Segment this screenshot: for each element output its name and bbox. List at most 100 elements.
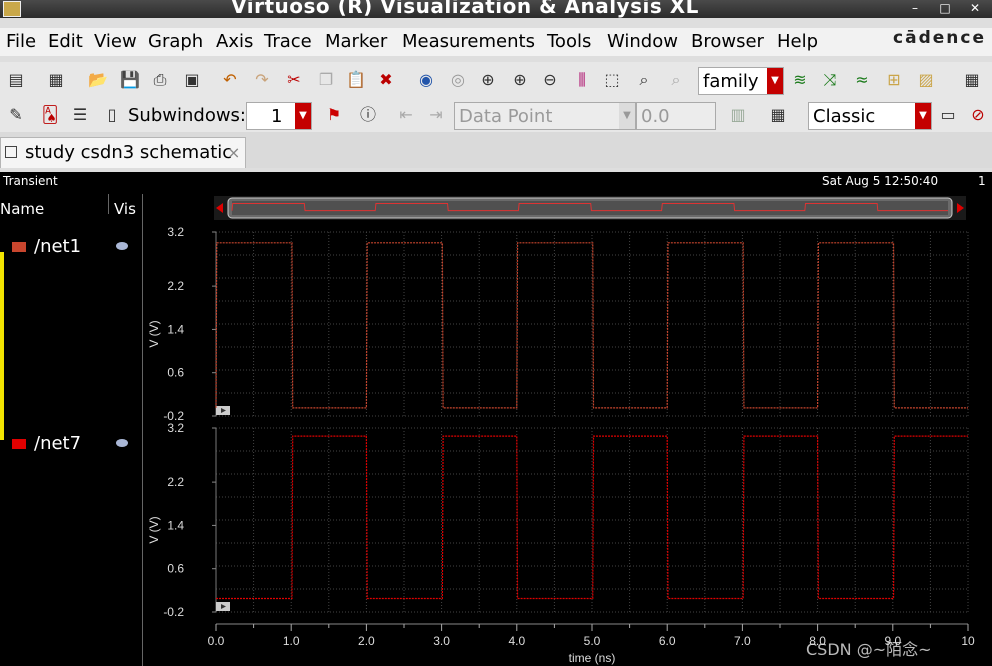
tab-close-icon[interactable]: × bbox=[227, 138, 240, 168]
menu-tools[interactable]: Tools bbox=[547, 31, 591, 52]
forward-icon[interactable]: ◎ bbox=[446, 68, 470, 92]
x-tick-label: 0.0 bbox=[208, 634, 225, 648]
trace-color-swatch bbox=[12, 439, 26, 449]
magic-wand-icon[interactable]: ✎ bbox=[4, 103, 28, 127]
visibility-eye-icon[interactable] bbox=[116, 439, 128, 447]
delete-icon[interactable]: ✖ bbox=[374, 68, 398, 92]
next-point-icon[interactable]: ⇥ bbox=[424, 103, 448, 127]
info-marker-icon[interactable]: ⓘ bbox=[356, 103, 380, 127]
y-tick-label: 3.2 bbox=[167, 225, 184, 239]
x-tick-label: 6.0 bbox=[659, 634, 676, 648]
menu-browser[interactable]: Browser bbox=[691, 31, 764, 52]
add-graph-icon[interactable]: ⊞ bbox=[882, 68, 906, 92]
cadence-logo: cādence bbox=[893, 28, 986, 48]
page-number: 1 bbox=[978, 174, 986, 188]
chevron-down-icon[interactable]: ▼ bbox=[915, 103, 931, 129]
subwindows-spinner[interactable]: 1 ▼ bbox=[246, 102, 312, 130]
menu-help[interactable]: Help bbox=[777, 31, 818, 52]
data-value-text: 0.0 bbox=[641, 106, 670, 127]
zoom-out-icon[interactable]: ⊖ bbox=[538, 68, 562, 92]
print-icon[interactable]: ⎙ bbox=[148, 68, 172, 92]
tab-schematic[interactable]: study csdn3 schematic × bbox=[0, 137, 246, 168]
calculator-icon[interactable]: ▦ bbox=[766, 103, 790, 127]
strip-traces-icon[interactable]: ≋ bbox=[788, 68, 812, 92]
menu-trace[interactable]: Trace bbox=[264, 31, 312, 52]
legend-entry-net7[interactable]: /net7 bbox=[12, 433, 81, 454]
y-axis-label: V (V) bbox=[147, 516, 161, 543]
new-subwindow-icon[interactable]: ▦ bbox=[44, 68, 68, 92]
timestamp: Sat Aug 5 12:50:40 bbox=[822, 174, 939, 188]
menu-file[interactable]: File bbox=[6, 31, 36, 52]
new-window-icon[interactable]: ▤ bbox=[4, 68, 28, 92]
family-select[interactable]: family ▼ bbox=[698, 67, 784, 95]
minimize-button[interactable]: – bbox=[904, 0, 926, 16]
copy-icon[interactable]: ❐ bbox=[314, 68, 338, 92]
graph-tab-icon bbox=[5, 146, 17, 158]
data-value-field[interactable]: 0.0 bbox=[636, 102, 716, 130]
legend-vis-header[interactable]: Vis bbox=[114, 200, 136, 218]
zoom-fit-icon[interactable]: ⊕ bbox=[476, 68, 500, 92]
grid-toggle-icon[interactable]: ▦ bbox=[960, 68, 984, 92]
menu-window[interactable]: Window bbox=[607, 31, 678, 52]
y-tick-label: 2.2 bbox=[167, 475, 184, 489]
paste-icon[interactable]: 📋 bbox=[344, 68, 368, 92]
save-icon[interactable]: 💾 bbox=[118, 68, 142, 92]
subwindows-value: 1 bbox=[271, 106, 283, 127]
x-tick-label: 5.0 bbox=[584, 634, 601, 648]
open-folder-icon[interactable]: 📂 bbox=[86, 68, 110, 92]
window-title: Virtuoso (R) Visualization & Analysis XL bbox=[231, 0, 699, 18]
back-icon[interactable]: ◉ bbox=[414, 68, 438, 92]
flag-icon[interactable]: ⚑ bbox=[322, 103, 346, 127]
menu-graph[interactable]: Graph bbox=[148, 31, 203, 52]
style-select[interactable]: Classic ▼ bbox=[808, 102, 932, 130]
chevron-down-icon[interactable]: ▼ bbox=[619, 103, 635, 129]
zoom-in-icon[interactable]: ⊕ bbox=[508, 68, 532, 92]
chevron-down-icon[interactable]: ▼ bbox=[767, 68, 783, 94]
close-window-button[interactable]: ✕ bbox=[964, 0, 986, 16]
zoom-box-icon[interactable]: ⬚ bbox=[600, 68, 624, 92]
y-tick-label: 1.4 bbox=[167, 322, 184, 336]
remove-window-icon[interactable]: ⊘ bbox=[966, 103, 990, 127]
menu-edit[interactable]: Edit bbox=[48, 31, 83, 52]
menu-marker[interactable]: Marker bbox=[325, 31, 387, 52]
graph-properties-icon[interactable]: ▨ bbox=[914, 68, 938, 92]
x-scrollbar[interactable] bbox=[214, 196, 966, 220]
histogram-icon[interactable]: ▥ bbox=[726, 103, 750, 127]
maximize-button[interactable]: □ bbox=[934, 0, 956, 16]
horizontal-split-icon[interactable]: ☰ bbox=[68, 103, 92, 127]
cut-icon[interactable]: ✂ bbox=[282, 68, 306, 92]
x-tick-label: 2.0 bbox=[358, 634, 375, 648]
stack-traces-icon[interactable]: ≈ bbox=[850, 68, 874, 92]
trace-legend: Name Vis /net1 /net7 bbox=[0, 194, 143, 666]
x-axis-label: time (ns) bbox=[569, 651, 616, 665]
search-icon[interactable]: ⌕ bbox=[664, 68, 688, 92]
x-tick-label: 10 bbox=[961, 634, 975, 648]
zoom-x-icon[interactable]: ⫼ bbox=[570, 68, 594, 92]
window-layout-icon[interactable]: ▭ bbox=[936, 103, 960, 127]
y-tick-label: 0.6 bbox=[167, 366, 184, 380]
menu-measurements[interactable]: Measurements bbox=[402, 31, 535, 52]
trace-color-swatch bbox=[12, 242, 26, 252]
data-point-select[interactable]: Data Point ▼ bbox=[454, 102, 636, 130]
overlay-traces-icon[interactable]: ⤨ bbox=[818, 68, 842, 92]
watermark: CSDN @~陌念~ bbox=[806, 640, 932, 659]
visibility-eye-icon[interactable] bbox=[116, 242, 128, 250]
plot-area[interactable]: 3.22.21.40.6-0.2V (V)3.22.21.40.6-0.2V (… bbox=[142, 220, 992, 666]
legend-name-header[interactable]: Name bbox=[0, 200, 44, 218]
cards-icon[interactable]: 🂡 bbox=[38, 103, 62, 127]
graph-canvas[interactable]: Transient Sat Aug 5 12:50:40 1 Name Vis … bbox=[0, 172, 992, 666]
chevron-down-icon[interactable]: ▼ bbox=[295, 103, 311, 129]
menu-axis[interactable]: Axis bbox=[216, 31, 253, 52]
legend-entry-net1[interactable]: /net1 bbox=[12, 236, 81, 257]
y-tick-label: 2.2 bbox=[167, 279, 184, 293]
undo-icon[interactable]: ↶ bbox=[218, 68, 242, 92]
prev-point-icon[interactable]: ⇤ bbox=[394, 103, 418, 127]
data-point-value: Data Point bbox=[459, 106, 553, 127]
vertical-split-icon[interactable]: ▯ bbox=[100, 103, 124, 127]
tab-strip: study csdn3 schematic × bbox=[0, 132, 992, 168]
menu-view[interactable]: View bbox=[94, 31, 137, 52]
redo-icon[interactable]: ↷ bbox=[250, 68, 274, 92]
export-image-icon[interactable]: ▣ bbox=[180, 68, 204, 92]
tab-label: study csdn3 schematic bbox=[25, 142, 233, 163]
zoom-region-icon[interactable]: ⌕ bbox=[632, 68, 656, 92]
